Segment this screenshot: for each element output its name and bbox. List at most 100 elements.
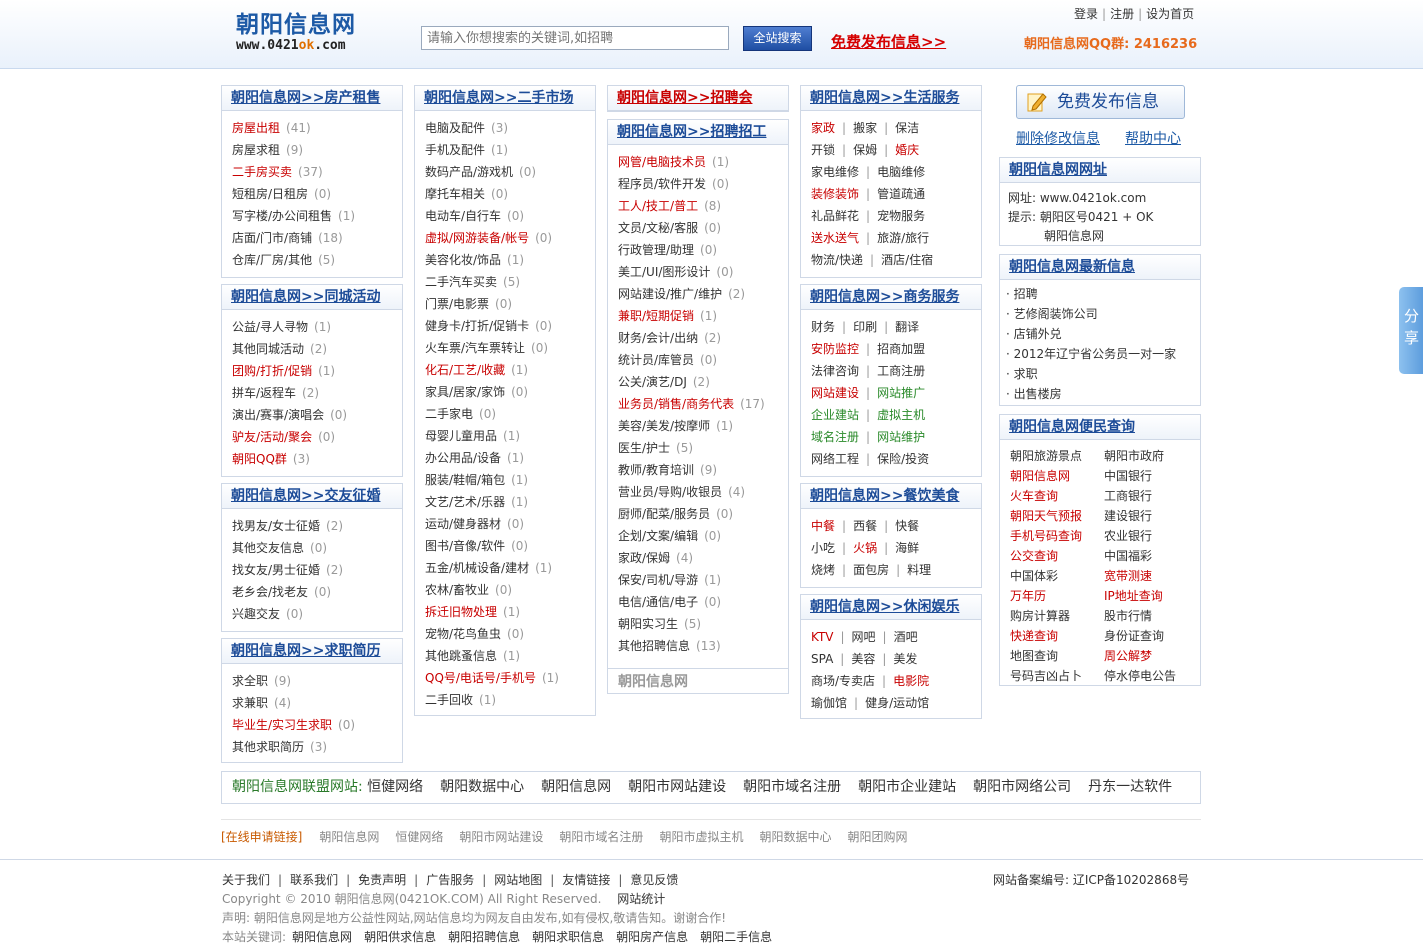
convenience-link[interactable]: 购房计算器 xyxy=(1010,606,1104,626)
category-link[interactable]: 数码产品/游戏机 xyxy=(425,165,513,179)
union-link[interactable]: 丹东一达软件 xyxy=(1088,779,1172,795)
convenience-link[interactable]: 朝阳市政府 xyxy=(1104,446,1198,466)
category-link[interactable]: 摩托车相关 xyxy=(425,187,485,201)
search-input[interactable] xyxy=(421,26,729,50)
search-button[interactable]: 全站搜索 xyxy=(743,26,812,51)
service-link[interactable]: 美容 xyxy=(851,652,875,666)
union-link[interactable]: 朝阳数据中心 xyxy=(440,779,524,795)
latest-link[interactable]: 艺修阁装饰公司 xyxy=(1014,307,1098,321)
latest-item[interactable]: · 店铺外兑 xyxy=(1006,324,1200,344)
keyword-link[interactable]: 朝阳供求信息 xyxy=(364,930,436,944)
keyword-link[interactable]: 朝阳信息网 xyxy=(292,930,352,944)
service-link[interactable]: 健身/运动馆 xyxy=(865,696,929,710)
service-link[interactable]: 管道疏通 xyxy=(877,187,925,201)
convenience-link[interactable]: 股市行情 xyxy=(1104,606,1198,626)
service-link[interactable]: 装修装饰 xyxy=(811,187,859,201)
convenience-link[interactable]: 中国福彩 xyxy=(1104,546,1198,566)
service-link[interactable]: 工商注册 xyxy=(877,364,925,378)
service-link[interactable]: 婚庆 xyxy=(895,143,919,157)
convenience-link[interactable]: 快递查询 xyxy=(1010,626,1104,646)
service-link[interactable]: 宠物服务 xyxy=(877,209,925,223)
category-link[interactable]: 图书/音像/软件 xyxy=(425,539,505,553)
free-publish-button[interactable]: 免费发布信息 xyxy=(1016,85,1185,119)
friend-link[interactable]: 朝阳市域名注册 xyxy=(559,830,643,844)
service-link[interactable]: 快餐 xyxy=(895,519,919,533)
site-logo[interactable]: 朝阳信息网 www.0421ok.com xyxy=(236,12,386,56)
service-link[interactable]: 商场/专卖店 xyxy=(811,674,875,688)
category-link[interactable]: 其他招聘信息 xyxy=(618,639,690,653)
category-link[interactable]: 驴友/活动/聚会 xyxy=(232,430,312,444)
secondhand-panel-title[interactable]: 朝阳信息网>>二手市场 xyxy=(415,86,595,111)
footer-link[interactable]: 网站地图 xyxy=(494,873,542,887)
category-link[interactable]: 化石/工艺/收藏 xyxy=(425,363,505,377)
category-link[interactable]: 演出/赛事/演唱会 xyxy=(232,408,324,422)
category-link[interactable]: 团购/打折/促销 xyxy=(232,364,312,378)
service-link[interactable]: 物流/快递 xyxy=(811,253,863,267)
category-link[interactable]: 美容/美发/按摩师 xyxy=(618,419,710,433)
stats-link[interactable]: 网站统计 xyxy=(617,892,665,906)
dating-panel-title[interactable]: 朝阳信息网>>交友征婚 xyxy=(222,484,402,509)
category-link[interactable]: 运动/健身器材 xyxy=(425,517,501,531)
category-link[interactable]: 拆迁旧物处理 xyxy=(425,605,497,619)
category-link[interactable]: 找女友/男士征婚 xyxy=(232,563,320,577)
convenience-link[interactable]: 中国银行 xyxy=(1104,466,1198,486)
keyword-link[interactable]: 朝阳求职信息 xyxy=(532,930,604,944)
category-link[interactable]: 其他同城活动 xyxy=(232,342,304,356)
footer-link[interactable]: 关于我们 xyxy=(222,873,270,887)
category-link[interactable]: 美工/UI/图形设计 xyxy=(618,265,710,279)
service-link[interactable]: 海鲜 xyxy=(895,541,919,555)
union-link[interactable]: 朝阳市企业建站 xyxy=(858,779,956,795)
service-link[interactable]: 家政 xyxy=(811,121,835,135)
convenience-link[interactable]: 手机号码查询 xyxy=(1010,526,1104,546)
convenience-link[interactable]: IP地址查询 xyxy=(1104,586,1198,606)
category-link[interactable]: 家政/保姆 xyxy=(618,551,670,565)
category-link[interactable]: 其他求职简历 xyxy=(232,740,304,754)
category-link[interactable]: 二手回收 xyxy=(425,693,473,707)
category-link[interactable]: 五金/机械设备/建材 xyxy=(425,561,529,575)
union-link[interactable]: 朝阳信息网 xyxy=(541,779,611,795)
convenience-link[interactable]: 宽带测速 xyxy=(1104,566,1198,586)
footer-link[interactable]: 广告服务 xyxy=(426,873,474,887)
category-link[interactable]: 办公用品/设备 xyxy=(425,451,501,465)
house-panel-title[interactable]: 朝阳信息网>>房产租售 xyxy=(222,86,402,111)
service-link[interactable]: 企业建站 xyxy=(811,408,859,422)
login-link[interactable]: 登录 xyxy=(1074,7,1098,21)
share-tab[interactable]: 分享 xyxy=(1399,287,1423,374)
category-link[interactable]: 保安/司机/导游 xyxy=(618,573,698,587)
union-link[interactable]: 朝阳市网络公司 xyxy=(973,779,1071,795)
latest-item[interactable]: · 出售楼房 xyxy=(1006,384,1200,404)
convenience-link[interactable]: 身份证查询 xyxy=(1104,626,1198,646)
service-link[interactable]: KTV xyxy=(811,630,833,644)
activity-panel-title[interactable]: 朝阳信息网>>同城活动 xyxy=(222,285,402,310)
service-link[interactable]: 安防监控 xyxy=(811,342,859,356)
friend-link[interactable]: 恒健网络 xyxy=(395,830,443,844)
set-home-link[interactable]: 设为首页 xyxy=(1146,7,1194,21)
service-link[interactable]: 旅游/旅行 xyxy=(877,231,929,245)
category-link[interactable]: 家具/居家/家饰 xyxy=(425,385,505,399)
footer-link[interactable]: 联系我们 xyxy=(290,873,338,887)
leisure-panel-title[interactable]: 朝阳信息网>>休闲娱乐 xyxy=(801,595,981,620)
footer-link[interactable]: 友情链接 xyxy=(562,873,610,887)
category-link[interactable]: 电信/通信/电子 xyxy=(618,595,698,609)
category-link[interactable]: 网管/电脑技术员 xyxy=(618,155,706,169)
category-link[interactable]: 房屋求租 xyxy=(232,143,280,157)
service-link[interactable]: 西餐 xyxy=(853,519,877,533)
category-link[interactable]: 虚拟/网游装备/帐号 xyxy=(425,231,529,245)
category-link[interactable]: 电脑及配件 xyxy=(425,121,485,135)
register-link[interactable]: 注册 xyxy=(1110,7,1134,21)
service-link[interactable]: 保洁 xyxy=(895,121,919,135)
category-link[interactable]: 拼车/返程车 xyxy=(232,386,296,400)
jobs-panel-title[interactable]: 朝阳信息网>>招聘招工 xyxy=(608,120,788,145)
convenience-link[interactable]: 周公解梦 xyxy=(1104,646,1198,666)
latest-item[interactable]: · 招聘 xyxy=(1006,284,1200,304)
category-link[interactable]: 二手汽车买卖 xyxy=(425,275,497,289)
service-link[interactable]: 电脑维修 xyxy=(877,165,925,179)
food-panel-title[interactable]: 朝阳信息网>>餐饮美食 xyxy=(801,484,981,509)
service-link[interactable]: 酒店/住宿 xyxy=(881,253,933,267)
service-link[interactable]: 电影院 xyxy=(893,674,929,688)
convenience-link[interactable]: 火车查询 xyxy=(1010,486,1104,506)
service-link[interactable]: 招商加盟 xyxy=(877,342,925,356)
category-link[interactable]: 服装/鞋帽/箱包 xyxy=(425,473,505,487)
latest-item[interactable]: · 2012年辽宁省公务员一对一家 xyxy=(1006,344,1200,364)
category-link[interactable]: 二手房买卖 xyxy=(232,165,292,179)
